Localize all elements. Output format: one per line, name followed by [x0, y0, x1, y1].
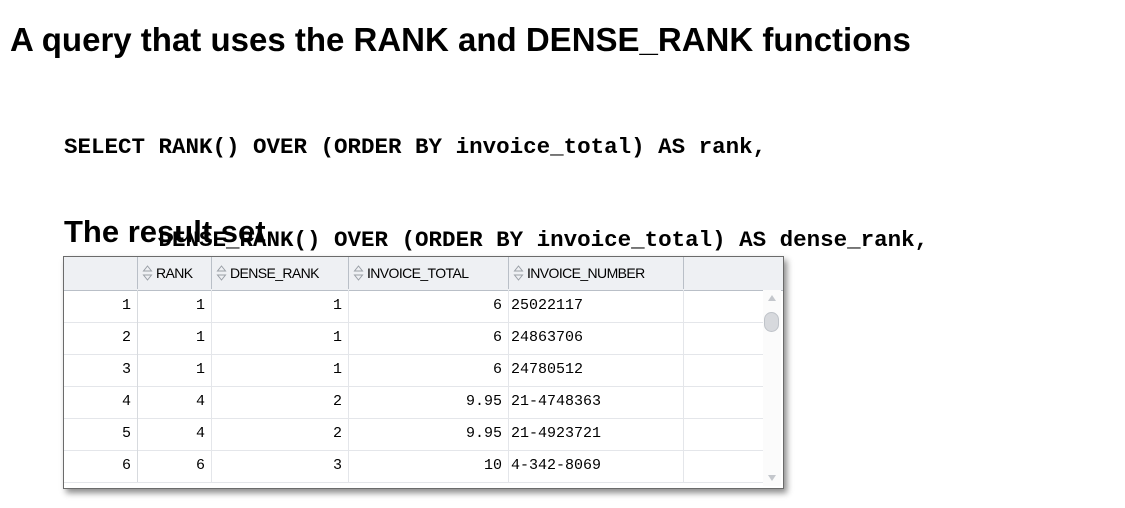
cell-rank[interactable]: 6 [138, 450, 212, 482]
sort-updown-icon[interactable] [142, 265, 153, 281]
column-header-label: INVOICE_TOTAL [367, 265, 469, 281]
sort-updown-icon[interactable] [353, 265, 364, 281]
cell-invoice-total[interactable]: 9.95 [349, 386, 509, 418]
cell-dense-rank[interactable]: 3 [212, 450, 349, 482]
cell-invoice-number[interactable]: 25022117 [509, 290, 684, 322]
cell-rank[interactable]: 1 [138, 354, 212, 386]
cell-invoice-number[interactable]: 24863706 [509, 322, 684, 354]
cell-rank[interactable]: 1 [138, 322, 212, 354]
scrollbar-thumb[interactable] [764, 312, 779, 332]
row-number: 6 [64, 450, 138, 482]
table-row[interactable]: 1 1 1 6 25022117 [64, 290, 764, 323]
cell-invoice-total[interactable]: 6 [349, 354, 509, 386]
row-number: 1 [64, 290, 138, 322]
row-number: 3 [64, 354, 138, 386]
cell-rank[interactable]: 4 [138, 386, 212, 418]
row-number-header [64, 257, 138, 289]
result-set-heading: The result set [64, 214, 266, 249]
cell-rank[interactable]: 4 [138, 418, 212, 450]
scroll-up-arrow-icon[interactable] [766, 293, 778, 303]
row-number: 2 [64, 322, 138, 354]
table-row[interactable]: 3 1 1 6 24780512 [64, 354, 764, 387]
table-row[interactable]: 2 1 1 6 24863706 [64, 322, 764, 355]
column-header-dense-rank[interactable]: DENSE_RANK [212, 257, 349, 289]
cell-invoice-number[interactable]: 21-4923721 [509, 418, 684, 450]
cell-invoice-number[interactable]: 21-4748363 [509, 386, 684, 418]
row-number: 4 [64, 386, 138, 418]
cell-dense-rank[interactable]: 2 [212, 386, 349, 418]
sort-updown-icon[interactable] [216, 265, 227, 281]
column-header-invoice-total[interactable]: INVOICE_TOTAL [349, 257, 509, 289]
vertical-scrollbar[interactable] [763, 290, 781, 486]
column-header-label: INVOICE_NUMBER [527, 265, 645, 281]
table-row[interactable]: 6 6 3 10 4-342-8069 [64, 450, 764, 483]
scroll-down-arrow-icon[interactable] [766, 473, 778, 483]
cell-invoice-total[interactable]: 6 [349, 290, 509, 322]
cell-invoice-total[interactable]: 6 [349, 322, 509, 354]
sql-line: SELECT RANK() OVER (ORDER BY invoice_tot… [64, 134, 767, 160]
cell-dense-rank[interactable]: 1 [212, 290, 349, 322]
grid-header: RANK DENSE_RANK INVOICE_TOTAL INVOICE_NU… [64, 257, 783, 291]
cell-dense-rank[interactable]: 1 [212, 354, 349, 386]
column-header-rank[interactable]: RANK [138, 257, 212, 289]
table-row[interactable]: 5 4 2 9.95 21-4923721 [64, 418, 764, 451]
cell-dense-rank[interactable]: 1 [212, 322, 349, 354]
cell-rank[interactable]: 1 [138, 290, 212, 322]
result-grid: RANK DENSE_RANK INVOICE_TOTAL INVOICE_NU… [63, 256, 784, 489]
cell-dense-rank[interactable]: 2 [212, 418, 349, 450]
cell-invoice-total[interactable]: 10 [349, 450, 509, 482]
cell-invoice-total[interactable]: 9.95 [349, 418, 509, 450]
column-header-label: RANK [156, 265, 193, 281]
cell-invoice-number[interactable]: 24780512 [509, 354, 684, 386]
page-title: A query that uses the RANK and DENSE_RAN… [10, 21, 911, 58]
cell-invoice-number[interactable]: 4-342-8069 [509, 450, 684, 482]
row-number: 5 [64, 418, 138, 450]
table-row[interactable]: 4 4 2 9.95 21-4748363 [64, 386, 764, 419]
sort-updown-icon[interactable] [513, 265, 524, 281]
column-header-label: DENSE_RANK [230, 265, 320, 281]
column-header-invoice-number[interactable]: INVOICE_NUMBER [509, 257, 684, 289]
